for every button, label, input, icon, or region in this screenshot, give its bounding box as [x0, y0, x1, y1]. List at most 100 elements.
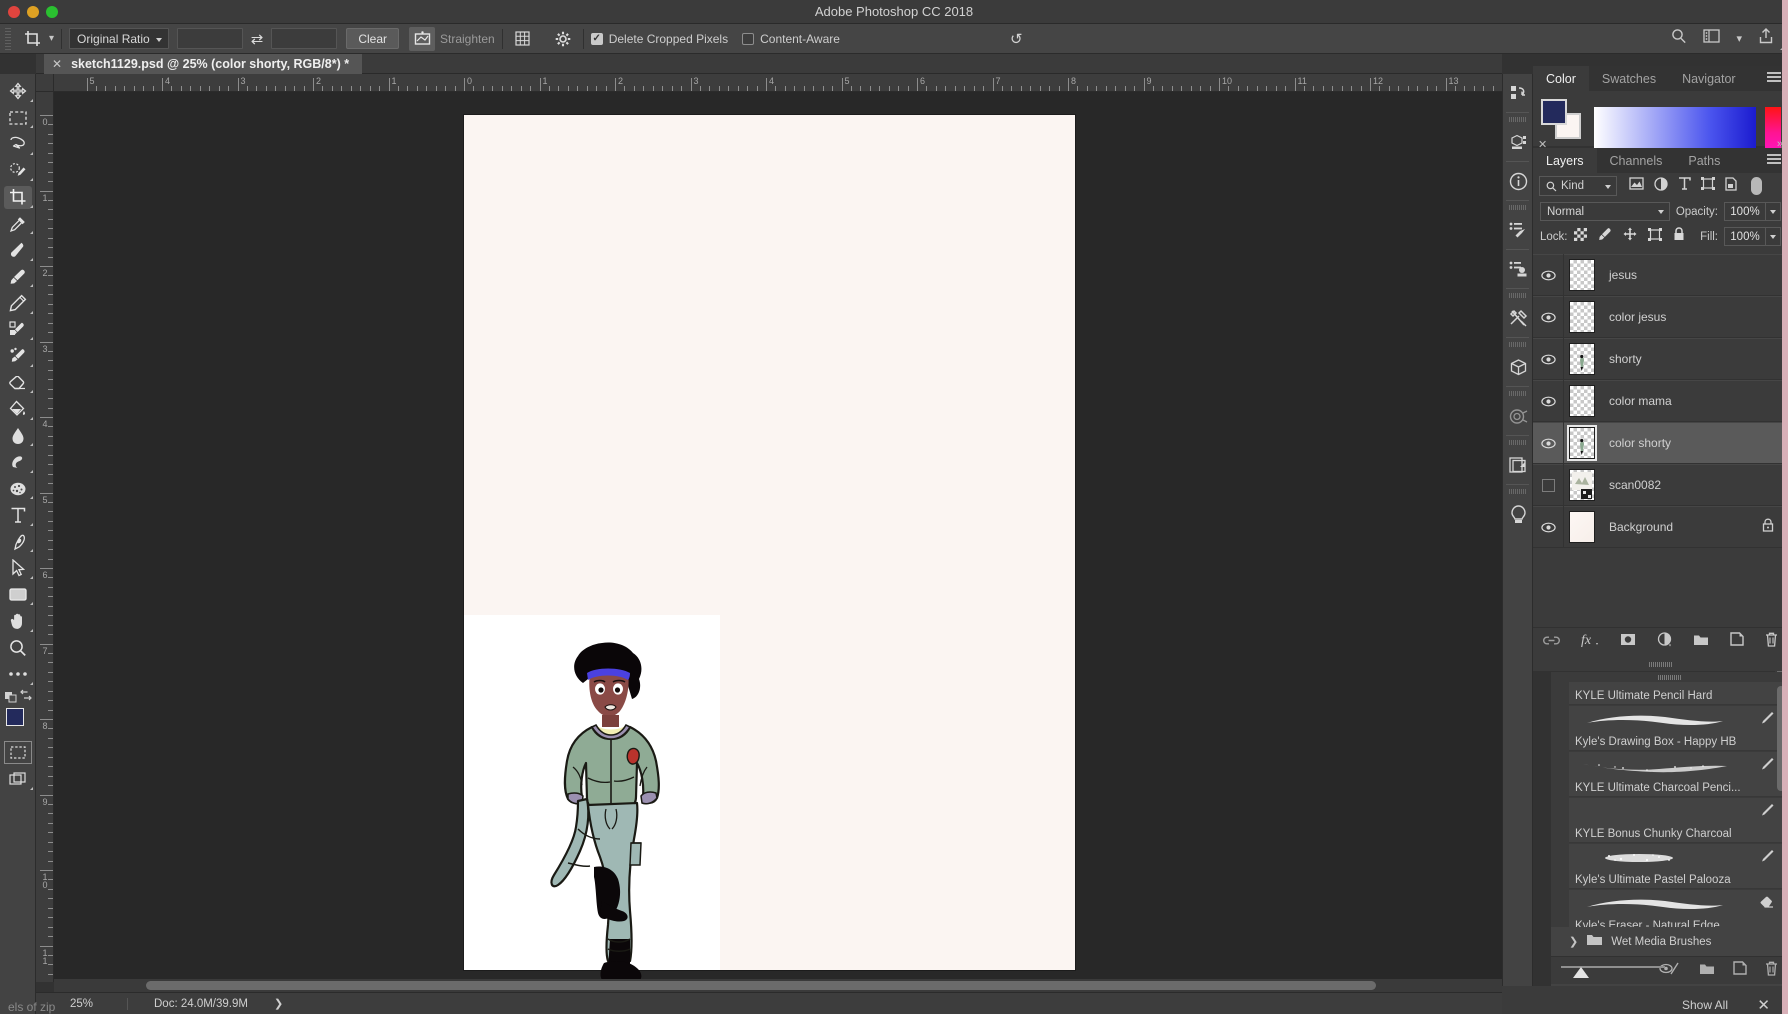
brush-preset-list[interactable]: KYLE Ultimate Pencil Hard Kyle's Drawing … — [1551, 682, 1788, 927]
close-icon[interactable]: ✕ — [1757, 996, 1770, 1014]
adjustments-icon[interactable] — [1503, 495, 1534, 533]
screen-mode-icon[interactable] — [0, 766, 36, 793]
layer-name[interactable]: jesus — [1609, 268, 1637, 282]
layer-row[interactable]: Background — [1533, 506, 1788, 548]
lock-transparent-pixels-icon[interactable] — [1573, 227, 1587, 246]
filter-adjustment-icon[interactable] — [1654, 176, 1668, 196]
tab-color[interactable]: Color — [1533, 66, 1589, 91]
checkbox-box[interactable] — [590, 32, 603, 45]
sponge-tool[interactable] — [0, 476, 36, 503]
reset-icon[interactable]: ↺ — [1010, 30, 1023, 48]
tool-presets-icon[interactable] — [1503, 299, 1534, 337]
hand-tool[interactable] — [0, 608, 36, 635]
opacity-stepper[interactable] — [1766, 202, 1781, 221]
crop-ratio-select[interactable]: Original Ratio — [69, 28, 169, 49]
path-selection-tool[interactable] — [0, 555, 36, 582]
fill-input[interactable]: 100% — [1724, 227, 1766, 246]
3d-object-icon[interactable] — [1503, 348, 1534, 386]
rail-grip[interactable] — [1508, 205, 1527, 210]
crop-tool[interactable] — [0, 184, 36, 211]
zoom-tool[interactable] — [0, 635, 36, 662]
brush-tool[interactable] — [0, 264, 36, 291]
brushes-panel-grip[interactable] — [1551, 672, 1788, 682]
gradient-tool[interactable] — [0, 396, 36, 423]
crop-width-input[interactable] — [176, 28, 243, 49]
brush-preset-item[interactable]: Kyle's Drawing Box - Happy HB — [1569, 706, 1782, 751]
rectangular-marquee-tool[interactable] — [0, 105, 36, 132]
brush-preset-item[interactable]: KYLE Bonus Chunky Charcoal — [1569, 798, 1782, 843]
brush-size-slider[interactable] — [1561, 964, 1665, 978]
show-all-label[interactable]: Show All — [1682, 998, 1728, 1012]
eyedropper-tool[interactable] — [0, 211, 36, 238]
layer-thumbnail[interactable] — [1569, 259, 1595, 291]
filter-type-icon[interactable] — [1678, 177, 1691, 195]
artboard[interactable] — [464, 115, 1075, 982]
blur-tool[interactable] — [0, 423, 36, 450]
layer-thumbnail[interactable] — [1569, 511, 1595, 543]
layer-filter-kind-select[interactable]: Kind — [1539, 176, 1617, 196]
rectangle-tool[interactable] — [0, 582, 36, 609]
eraser-tool[interactable] — [0, 370, 36, 397]
layer-visibility-eye-icon[interactable] — [1533, 380, 1564, 422]
swap-width-height-icon[interactable]: ⇄ — [251, 30, 264, 48]
clone-stamp-tool[interactable] — [0, 317, 36, 344]
layers-panel-resize-grip[interactable] — [1533, 657, 1788, 671]
clone-source-icon[interactable] — [1503, 250, 1534, 288]
layer-visibility-eye-icon[interactable] — [1533, 296, 1564, 338]
dodge-tool[interactable] — [0, 449, 36, 476]
layer-thumbnail[interactable] — [1567, 425, 1597, 461]
rail-grip[interactable] — [1508, 293, 1527, 298]
layer-thumbnail[interactable] — [1569, 385, 1595, 417]
crop-height-input[interactable] — [271, 28, 338, 49]
layer-thumbnail[interactable] — [1569, 343, 1595, 375]
rail-grip[interactable] — [1508, 342, 1527, 347]
scrollbar-thumb[interactable] — [146, 981, 1376, 990]
history-brush-tool[interactable] — [0, 343, 36, 370]
add-layer-mask-icon[interactable] — [1620, 633, 1636, 651]
filter-shape-icon[interactable] — [1701, 177, 1715, 195]
content-aware-checkbox[interactable]: Content-Aware — [742, 32, 840, 46]
layer-comps-icon[interactable] — [1503, 446, 1534, 484]
layer-row[interactable]: jesus — [1533, 254, 1788, 296]
brush-preset-item[interactable]: KYLE Ultimate Pencil Hard — [1569, 682, 1782, 705]
delete-brush-icon[interactable] — [1765, 961, 1778, 981]
search-icon[interactable] — [1671, 28, 1687, 49]
layer-list[interactable]: jesus color jesus shorty color mama color sh… — [1533, 254, 1788, 616]
type-tool[interactable] — [0, 502, 36, 529]
move-tool[interactable] — [0, 78, 36, 105]
filter-enable-toggle[interactable] — [1751, 177, 1762, 195]
workspace-switcher-icon[interactable] — [1703, 29, 1721, 48]
clear-button[interactable]: Clear — [346, 28, 399, 49]
lasso-tool[interactable] — [0, 131, 36, 158]
new-adjustment-layer-icon[interactable] — [1657, 631, 1672, 652]
new-group-icon[interactable] — [1693, 633, 1709, 651]
lock-all-icon[interactable] — [1673, 227, 1685, 246]
layer-name[interactable]: color mama — [1609, 394, 1672, 408]
gear-icon[interactable] — [550, 27, 1784, 51]
canvas-area[interactable] — [54, 92, 1502, 982]
history-icon[interactable] — [1503, 74, 1534, 112]
horizontal-ruler[interactable]: 5 4 3 2 1 0 1 2 3 4 5 6 7 8 9 10 11 12 13 — [54, 74, 1502, 92]
filter-pixel-icon[interactable] — [1629, 177, 1644, 195]
layer-row[interactable]: scan0082 — [1533, 464, 1788, 506]
rail-grip[interactable] — [1508, 440, 1527, 445]
brush-preset-item[interactable]: KYLE Ultimate Charcoal Penci... — [1569, 752, 1782, 797]
brush-folder-row[interactable]: ❯ Wet Media Brushes — [1551, 927, 1782, 957]
close-icon[interactable]: ✕ — [52, 57, 62, 71]
filter-smart-object-icon[interactable] — [1725, 176, 1737, 196]
rail-grip[interactable] — [1508, 489, 1527, 494]
tab-layers[interactable]: Layers — [1533, 148, 1597, 173]
canvas-horizontal-scrollbar[interactable] — [54, 979, 1502, 992]
rail-grip[interactable] — [1508, 391, 1527, 396]
straighten-icon[interactable] — [409, 26, 435, 51]
color-swatches[interactable] — [1541, 99, 1587, 139]
pencil-tool[interactable] — [0, 290, 36, 317]
lock-image-pixels-icon[interactable] — [1598, 227, 1612, 246]
brush-preset-item[interactable]: Kyle's Ultimate Pastel Palooza — [1569, 844, 1782, 889]
foreground-color-swatch[interactable] — [1541, 99, 1567, 125]
new-layer-icon[interactable] — [1730, 632, 1744, 651]
options-bar-grip[interactable] — [3, 27, 13, 50]
ruler-corner[interactable] — [36, 74, 54, 92]
document-tab[interactable]: ✕ sketch1129.psd @ 25% (color shorty, RG… — [44, 54, 363, 74]
chevron-down-icon[interactable]: ▾ — [1736, 32, 1742, 45]
